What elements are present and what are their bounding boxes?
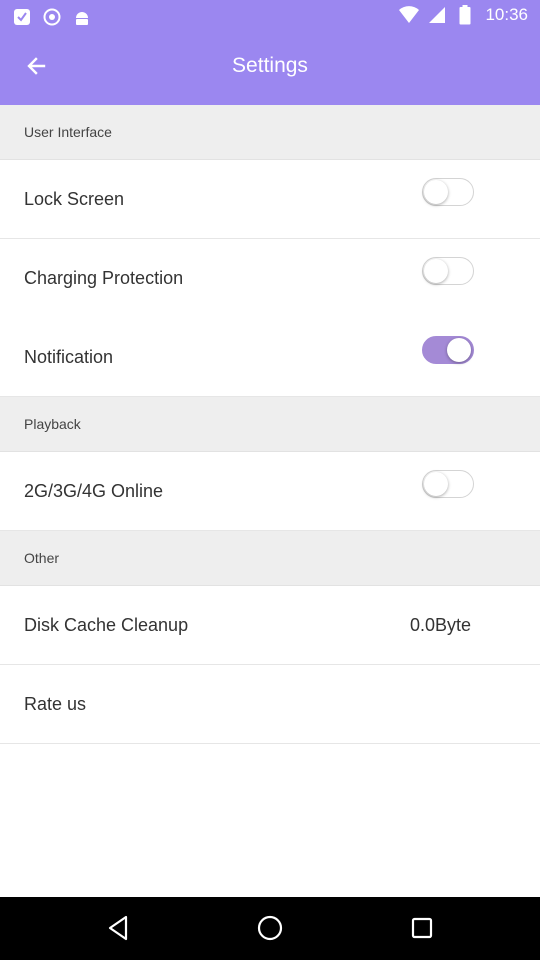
- settings-list: User Interface Lock Screen Charging Prot…: [0, 105, 540, 744]
- online-toggle[interactable]: [422, 469, 476, 499]
- setting-label: Lock Screen: [24, 189, 125, 209]
- setting-label: Charging Protection: [24, 268, 184, 288]
- nav-home-button[interactable]: [252, 912, 288, 948]
- back-button[interactable]: [14, 46, 58, 90]
- setting-row-charging-protection[interactable]: Charging Protection: [0, 239, 540, 318]
- page-title: Settings: [232, 54, 308, 77]
- toggle-thumb: [447, 338, 471, 362]
- status-time: 10:36: [485, 5, 528, 24]
- toggle-thumb: [424, 472, 448, 496]
- setting-row-online[interactable]: 2G/3G/4G Online: [0, 452, 540, 531]
- toggle-thumb: [424, 180, 448, 204]
- nav-recents-button[interactable]: [404, 912, 440, 948]
- system-nav-bar: [0, 897, 540, 960]
- back-triangle-icon: [106, 915, 130, 945]
- section-header-user-interface: User Interface: [0, 105, 540, 160]
- status-left-icons: [12, 7, 92, 27]
- setting-label: 2G/3G/4G Online: [24, 481, 164, 501]
- setting-label: Notification: [24, 347, 114, 367]
- setting-row-notification[interactable]: Notification: [0, 318, 540, 397]
- app-bar: Settings: [0, 34, 540, 105]
- section-header-other: Other: [0, 531, 540, 586]
- setting-row-lock-screen[interactable]: Lock Screen: [0, 160, 540, 239]
- status-bar: 10:36: [0, 0, 540, 34]
- recents-square-icon: [410, 916, 434, 944]
- circle-notification-icon: [42, 7, 62, 27]
- lock-screen-toggle[interactable]: [422, 177, 476, 207]
- arrow-left-icon: [25, 55, 47, 81]
- android-icon: [72, 7, 92, 27]
- notification-toggle[interactable]: [422, 335, 476, 365]
- wifi-icon: [399, 5, 420, 25]
- status-right-icons: 10:36: [399, 5, 528, 25]
- section-header-playback: Playback: [0, 397, 540, 452]
- setting-row-disk-cache-cleanup[interactable]: Disk Cache Cleanup 0.0Byte: [0, 586, 540, 665]
- cache-size-value: 0.0Byte: [410, 615, 472, 635]
- app-notification-icon: [12, 7, 32, 27]
- nav-back-button[interactable]: [100, 912, 136, 948]
- toggle-thumb: [424, 259, 448, 283]
- setting-row-rate-us[interactable]: Rate us: [0, 665, 540, 744]
- home-circle-icon: [257, 915, 283, 945]
- setting-label: Rate us: [24, 694, 87, 714]
- charging-protection-toggle[interactable]: [422, 256, 476, 286]
- signal-icon: [427, 5, 447, 25]
- battery-icon: [455, 5, 475, 25]
- setting-label: Disk Cache Cleanup: [24, 615, 189, 635]
